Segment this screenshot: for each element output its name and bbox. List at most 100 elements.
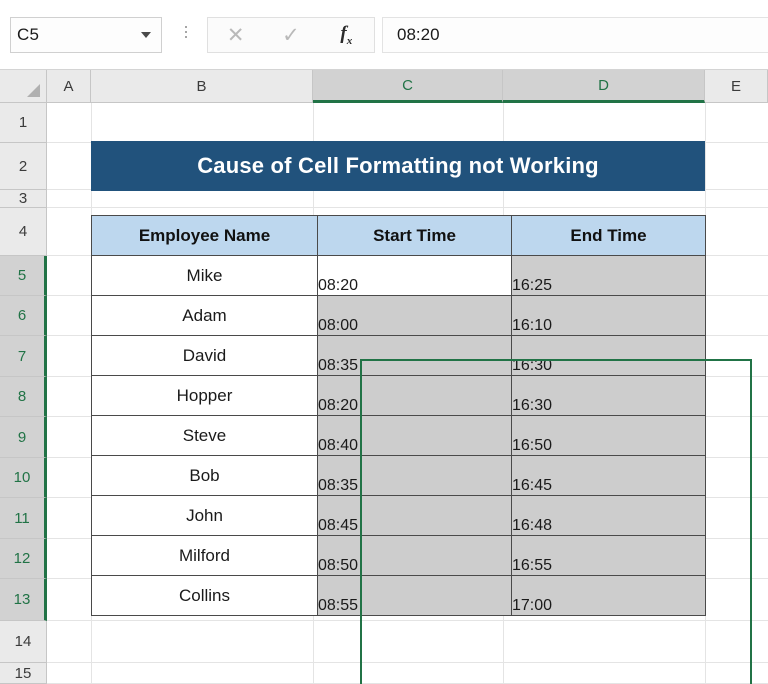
row-header-label: 11	[14, 509, 30, 527]
page-title: Cause of Cell Formatting not Working	[197, 153, 599, 178]
cell-employee-name[interactable]: Milford	[91, 535, 318, 576]
cell-end-time[interactable]: 16:25	[511, 255, 706, 296]
row-header-label: 7	[17, 347, 27, 365]
column-header-label: D	[598, 76, 609, 94]
row-header-label: 13	[13, 591, 31, 608]
cell-end-time[interactable]: 16:30	[511, 335, 706, 376]
column-header-a[interactable]: A	[47, 70, 91, 103]
column-header-bar: A B C D E	[0, 70, 768, 103]
cell-end-time[interactable]: 16:48	[511, 495, 706, 536]
row-header-9[interactable]: 9	[0, 417, 47, 458]
row-header-5[interactable]: 5	[0, 256, 47, 296]
table-row: John 08:45 16:48	[91, 495, 706, 536]
formula-input[interactable]: 08:20	[382, 17, 768, 53]
row-header-10[interactable]: 10	[0, 458, 47, 498]
column-header-label: E	[730, 77, 741, 95]
table-row: David 08:35 16:30	[91, 335, 706, 376]
cell-employee-name[interactable]: Collins	[91, 575, 318, 616]
cell-employee-name[interactable]: David	[91, 335, 318, 376]
row-header-8[interactable]: 8	[0, 377, 47, 417]
cell-start-time[interactable]: 08:00	[317, 295, 512, 336]
cell-end-time[interactable]: 16:30	[511, 375, 706, 416]
column-header-d[interactable]: D	[503, 70, 705, 103]
row-header-label: 14	[14, 633, 32, 650]
cell-start-time[interactable]: 08:35	[317, 455, 512, 496]
formula-bar-separator	[184, 26, 188, 38]
cell-end-time[interactable]: 16:50	[511, 415, 706, 456]
row-header-14[interactable]: 14	[0, 621, 47, 663]
row-header-11[interactable]: 11	[0, 498, 47, 539]
cell-employee-name[interactable]: Mike	[91, 255, 318, 296]
column-header-label: C	[402, 76, 413, 94]
table-row: Steve 08:40 16:50	[91, 415, 706, 456]
gridline-horizontal	[47, 620, 768, 621]
cell-employee-name[interactable]: Adam	[91, 295, 318, 336]
cell-start-time[interactable]: 08:40	[317, 415, 512, 456]
row-header-3[interactable]: 3	[0, 190, 47, 208]
table-row: Adam 08:00 16:10	[91, 295, 706, 336]
cell-employee-name[interactable]: Steve	[91, 415, 318, 456]
row-header-label: 9	[17, 428, 27, 446]
formula-bar-area: C5 ✕ ✓ fx 08:20	[0, 0, 768, 70]
cell-start-time[interactable]: 08:50	[317, 535, 512, 576]
cell-start-time[interactable]: 08:20	[317, 255, 512, 296]
gridline-horizontal	[47, 662, 768, 663]
row-header-2[interactable]: 2	[0, 143, 47, 190]
close-icon[interactable]: ✕	[213, 25, 259, 46]
column-header-b[interactable]: B	[91, 70, 313, 103]
row-header-label: 4	[18, 223, 28, 240]
fx-sub: x	[346, 34, 353, 47]
row-header-12[interactable]: 12	[0, 539, 47, 579]
cell-end-time[interactable]: 17:00	[511, 575, 706, 616]
row-header-label: 15	[14, 664, 32, 682]
table-row: Milford 08:50 16:55	[91, 535, 706, 576]
column-header-start-time[interactable]: Start Time	[317, 215, 512, 256]
row-header-13[interactable]: 13	[0, 579, 47, 621]
formula-input-value: 08:20	[397, 25, 440, 44]
row-header-label: 8	[17, 388, 27, 405]
column-header-c[interactable]: C	[313, 70, 503, 103]
checkmark-icon[interactable]: ✓	[268, 25, 314, 46]
table-row: Mike 08:20 16:25	[91, 255, 706, 296]
column-header-end-time[interactable]: End Time	[511, 215, 706, 256]
row-header-15[interactable]: 15	[0, 663, 47, 684]
cell-end-time[interactable]: 16:55	[511, 535, 706, 576]
row-header-label: 5	[17, 267, 27, 284]
cell-employee-name[interactable]: John	[91, 495, 318, 536]
gridline-horizontal	[47, 207, 768, 208]
name-box[interactable]: C5	[10, 17, 162, 53]
title-banner-cell[interactable]: Cause of Cell Formatting not Working	[91, 141, 705, 191]
data-table: Employee Name Start Time End Time Mike 08…	[91, 215, 706, 616]
table-row: Collins 08:55 17:00	[91, 575, 706, 616]
column-header-label: B	[196, 77, 207, 95]
row-header-7[interactable]: 7	[0, 336, 47, 377]
cell-end-time[interactable]: 16:10	[511, 295, 706, 336]
cell-employee-name[interactable]: Bob	[91, 455, 318, 496]
row-header-1[interactable]: 1	[0, 103, 47, 143]
column-header-e[interactable]: E	[705, 70, 768, 103]
chevron-down-icon[interactable]	[141, 32, 151, 38]
cell-start-time[interactable]: 08:55	[317, 575, 512, 616]
row-header-6[interactable]: 6	[0, 296, 47, 336]
cell-start-time[interactable]: 08:20	[317, 375, 512, 416]
cell-start-time[interactable]: 08:35	[317, 335, 512, 376]
select-all-triangle-icon	[27, 84, 40, 97]
row-header-label: 12	[13, 550, 31, 567]
row-header-bar: 1 2 3 4 5 6 7 8 9 10 11 12 13 14 15	[0, 103, 47, 684]
cell-employee-name[interactable]: Hopper	[91, 375, 318, 416]
name-box-value: C5	[17, 25, 40, 44]
cell-end-time[interactable]: 16:45	[511, 455, 706, 496]
row-header-label: 10	[13, 469, 31, 486]
worksheet-grid[interactable]: Cause of Cell Formatting not Working Emp…	[47, 103, 768, 684]
select-all-button[interactable]	[0, 70, 47, 103]
column-header-employee-name[interactable]: Employee Name	[91, 215, 318, 256]
row-header-label: 2	[18, 157, 28, 175]
column-header-label: A	[63, 77, 74, 95]
cell-start-time[interactable]: 08:45	[317, 495, 512, 536]
table-row: Hopper 08:20 16:30	[91, 375, 706, 416]
row-header-4[interactable]: 4	[0, 208, 47, 256]
fx-icon[interactable]: fx	[323, 24, 369, 47]
formula-bar-buttons: ✕ ✓ fx	[207, 17, 375, 53]
table-header-row: Employee Name Start Time End Time	[91, 215, 706, 256]
row-header-label: 6	[17, 307, 27, 324]
